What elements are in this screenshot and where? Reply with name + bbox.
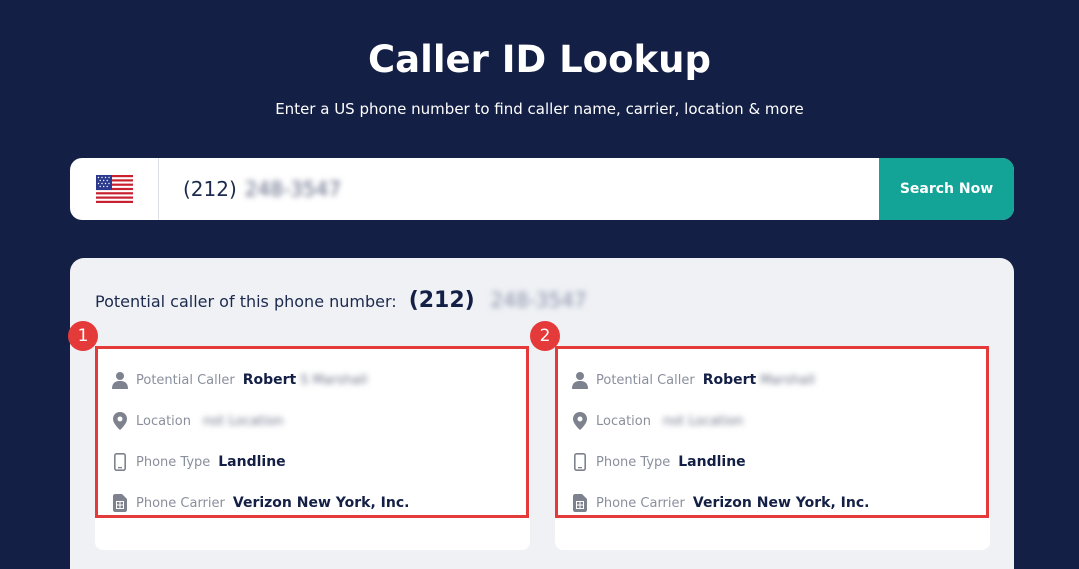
phone-type-label: Phone Type [596, 454, 671, 470]
phone-number-input[interactable]: (212) 248-3547 [159, 158, 879, 220]
location-value-blurred: not Location [662, 413, 744, 429]
location-value-blurred: not Location [202, 413, 284, 429]
results-heading-area-code: (212) [408, 288, 475, 313]
phone-type-row: Phone Type Landline [110, 450, 286, 474]
phone-type-value: Landline [218, 454, 286, 470]
result-card: 2 Potential Caller Robert Marshall Locat… [530, 321, 990, 550]
location-label: Location [136, 413, 191, 429]
phone-type-value: Landline [678, 454, 746, 470]
results-panel: Potential caller of this phone number: (… [68, 258, 1014, 569]
location-pin-icon [110, 411, 130, 431]
person-icon [110, 370, 130, 390]
potential-caller-blurred: S Marshall [300, 372, 368, 388]
search-now-button[interactable]: Search Now [879, 158, 1014, 220]
sim-card-icon [570, 493, 590, 513]
location-pin-icon [570, 411, 590, 431]
results-heading-number: (212) 248-3547 [409, 288, 587, 313]
page-subtitle: Enter a US phone number to find caller n… [275, 100, 804, 118]
location-label: Location [596, 413, 651, 429]
phone-carrier-value: Verizon New York, Inc. [232, 495, 410, 511]
phone-carrier-label: Phone Carrier [136, 495, 225, 511]
phone-carrier-value: Verizon New York, Inc. [692, 495, 870, 511]
mobile-phone-icon [570, 452, 590, 472]
phone-number-blurred: 248-3547 [244, 177, 342, 201]
potential-caller-blurred: Marshall [760, 372, 815, 388]
highlight-box: 1 Potential Caller Robert S Marshall Loc… [68, 321, 529, 518]
potential-caller-value: Robert [242, 372, 297, 388]
results-heading: Potential caller of this phone number: (… [95, 288, 587, 313]
potential-caller-row: Potential Caller Robert Marshall [570, 368, 815, 392]
highlight-box: 2 Potential Caller Robert Marshall Locat… [530, 321, 989, 518]
phone-carrier-row: Phone Carrier Verizon New York, Inc. [110, 491, 409, 515]
us-flag-icon [95, 175, 133, 203]
phone-carrier-label: Phone Carrier [596, 495, 685, 511]
page-title: Caller ID Lookup [368, 38, 711, 81]
number-badge: 1 [68, 321, 98, 351]
phone-type-row: Phone Type Landline [570, 450, 746, 474]
results-heading-number-blurred: 248-3547 [490, 288, 587, 312]
phone-area-code: (212) [183, 177, 237, 201]
phone-search-bar: (212) 248-3547 Search Now [70, 158, 1014, 220]
phone-type-label: Phone Type [136, 454, 211, 470]
potential-caller-value: Robert [702, 372, 757, 388]
sim-card-icon [110, 493, 130, 513]
person-icon [570, 370, 590, 390]
country-selector[interactable] [70, 158, 159, 220]
phone-carrier-row: Phone Carrier Verizon New York, Inc. [570, 491, 869, 515]
potential-caller-label: Potential Caller [596, 372, 695, 388]
potential-caller-label: Potential Caller [136, 372, 235, 388]
results-heading-label: Potential caller of this phone number: [95, 292, 397, 311]
result-card: 1 Potential Caller Robert S Marshall Loc… [68, 321, 530, 550]
location-row: Location not Location [110, 409, 283, 433]
potential-caller-row: Potential Caller Robert S Marshall [110, 368, 367, 392]
mobile-phone-icon [110, 452, 130, 472]
location-row: Location not Location [570, 409, 743, 433]
number-badge: 2 [530, 321, 560, 351]
